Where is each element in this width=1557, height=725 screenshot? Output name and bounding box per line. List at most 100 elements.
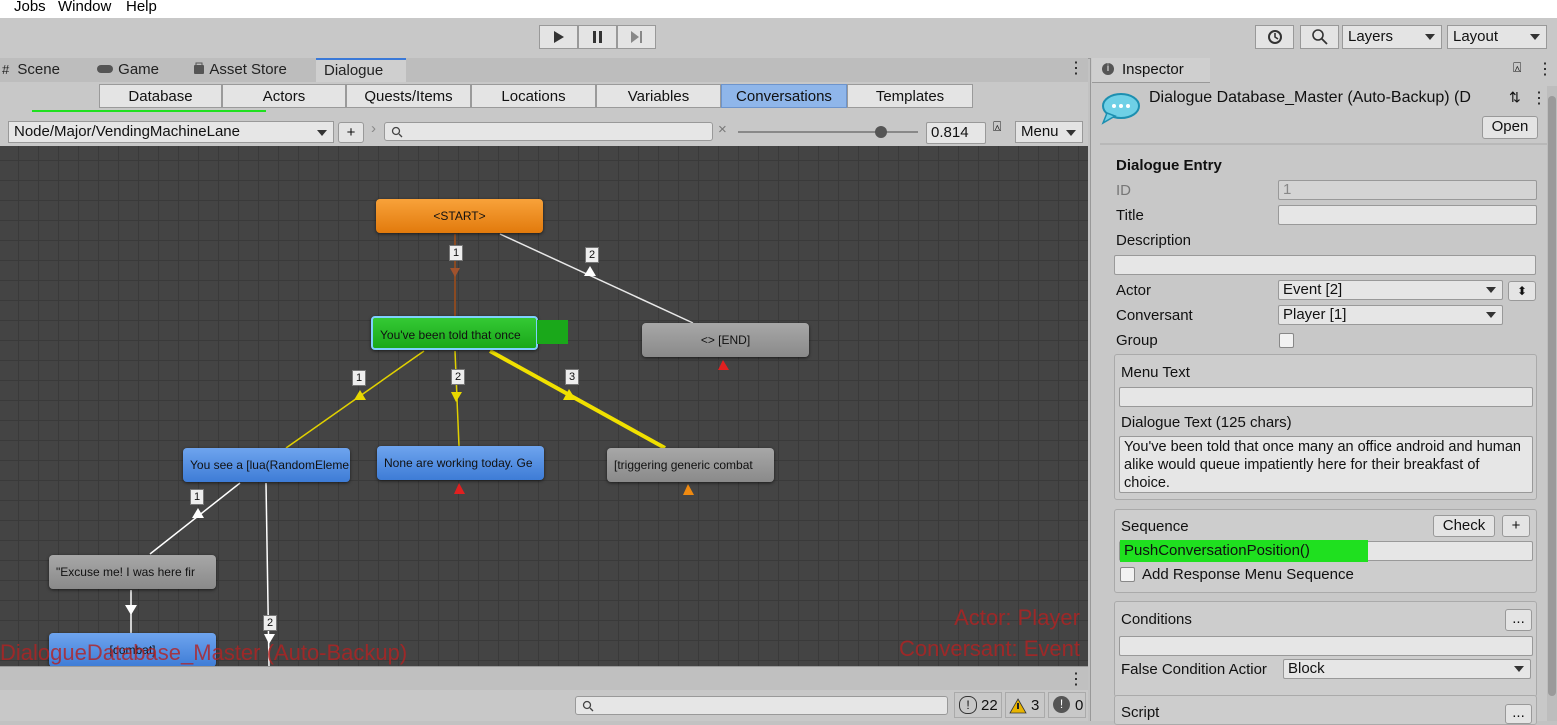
tab-game[interactable]: Game <box>96 58 159 82</box>
start-node[interactable]: <START> <box>376 199 543 233</box>
kebab-menu-icon[interactable]: ⋮ <box>1537 59 1553 79</box>
kebab-menu-icon[interactable]: ⋮ <box>1068 669 1084 689</box>
subtab-variables[interactable]: Variables <box>596 84 721 108</box>
tab-asset-store-label: Asset Store <box>209 61 287 78</box>
check-button[interactable]: Check <box>1433 515 1495 537</box>
actor-dropdown[interactable]: Event [2] <box>1278 280 1503 300</box>
grid-icon: # <box>2 62 10 77</box>
subtab-conversations[interactable]: Conversations <box>721 84 847 108</box>
link-label: 2 <box>263 615 277 631</box>
zoom-slider[interactable] <box>738 126 918 138</box>
selected-node[interactable]: You've been told that once <box>371 316 538 350</box>
info-icon: i <box>1102 63 1114 75</box>
menu-text-field[interactable] <box>1119 387 1533 407</box>
subtab-quests-items[interactable]: Quests/Items <box>346 84 471 108</box>
warning-icon <box>1009 698 1027 714</box>
history-icon <box>1267 30 1282 44</box>
open-button[interactable]: Open <box>1482 116 1538 139</box>
description-field[interactable] <box>1114 255 1536 275</box>
sort-icon: ⬍ <box>1516 284 1528 298</box>
dialogue-node[interactable]: "Excuse me! I was here fir <box>49 555 216 589</box>
add-response-checkbox[interactable] <box>1120 567 1135 582</box>
message-count-toggle[interactable]: ! 0 <box>1048 692 1086 718</box>
scrollbar-thumb[interactable] <box>1548 96 1556 696</box>
dialogue-node[interactable]: You see a [lua(RandomEleme <box>183 448 350 482</box>
end-marker-icon <box>718 360 729 370</box>
group-checkbox[interactable] <box>1279 333 1294 348</box>
layout-dropdown[interactable]: Layout <box>1447 25 1547 49</box>
menu-dropdown[interactable]: Menu <box>1015 121 1083 143</box>
lock-icon[interactable]: ⍓ <box>993 118 1001 135</box>
dialogue-node[interactable]: None are working today. Ge <box>377 446 544 480</box>
sequence-field[interactable]: PushConversationPosition() <box>1119 540 1533 562</box>
step-button[interactable] <box>617 25 656 49</box>
layout-label: Layout <box>1453 28 1499 45</box>
conditions-label: Conditions <box>1121 611 1192 628</box>
conversation-dropdown[interactable]: Node/Major/VendingMachineLane <box>8 121 334 143</box>
layers-dropdown[interactable]: Layers <box>1342 25 1442 49</box>
title-field[interactable] <box>1278 205 1537 225</box>
database-tabs: Database Actors Quests/Items Locations V… <box>0 82 1088 132</box>
subtab-locations[interactable]: Locations <box>471 84 596 108</box>
subtab-database[interactable]: Database <box>99 84 222 108</box>
search-button[interactable] <box>1300 25 1339 49</box>
database-overlay-label: DialogueDatabase_Master (Auto-Backup) <box>0 640 408 665</box>
menu-item-help[interactable]: Help <box>126 0 157 15</box>
inspector-title: Dialogue Database_Master (Auto-Backup) (… <box>1149 89 1471 106</box>
chevron-down-icon <box>1514 666 1524 672</box>
bag-icon <box>194 62 204 74</box>
settings-icon[interactable]: ⇅ <box>1509 89 1521 106</box>
menu-item-jobs[interactable]: Jobs <box>14 0 46 15</box>
false-condition-dropdown[interactable]: Block <box>1283 659 1531 679</box>
add-sequence-button[interactable]: + <box>1502 515 1530 537</box>
dialogue-text-label: Dialogue Text (125 chars) <box>1121 414 1292 431</box>
arrow-icon <box>451 392 462 402</box>
menu-label: Menu <box>1021 123 1059 140</box>
play-button[interactable] <box>539 25 578 49</box>
search-icon <box>582 700 594 712</box>
tab-asset-store[interactable]: Asset Store <box>192 58 287 82</box>
subtab-actors[interactable]: Actors <box>222 84 346 108</box>
inspector-scrollbar[interactable] <box>1547 86 1557 721</box>
gamepad-icon <box>97 65 113 73</box>
divider <box>1100 143 1557 145</box>
subtab-templates[interactable]: Templates <box>847 84 973 108</box>
script-label: Script <box>1121 704 1160 721</box>
highlight-marker <box>537 320 568 344</box>
link-label: 1 <box>352 370 366 386</box>
tab-scene[interactable]: # Scene <box>2 58 60 82</box>
zoom-value-field[interactable]: 0.814 <box>926 122 986 144</box>
lock-icon[interactable]: ⍓ <box>1513 59 1521 76</box>
tab-dialogue[interactable]: Dialogue <box>316 58 406 83</box>
add-conversation-button[interactable]: + <box>338 122 364 143</box>
conversant-dropdown[interactable]: Player [1] <box>1278 305 1503 325</box>
false-condition-value: Block <box>1288 660 1325 677</box>
kebab-menu-icon[interactable]: ⋮ <box>1531 88 1547 108</box>
swap-actors-button[interactable]: ⬍ <box>1508 281 1536 301</box>
dialogue-node[interactable]: [triggering generic combat <box>607 448 774 482</box>
dialogue-text-field[interactable]: You've been told that once many an offic… <box>1119 436 1533 493</box>
script-wizard-button[interactable]: ... <box>1505 704 1532 724</box>
link-label: 1 <box>449 245 463 261</box>
conditions-field[interactable] <box>1119 636 1533 656</box>
kebab-menu-icon[interactable]: ⋮ <box>1068 58 1084 80</box>
node-graph-canvas[interactable]: 1 2 1 2 3 1 2 <START> You've been told t… <box>0 146 1088 666</box>
warning-count-toggle[interactable]: 3 <box>1005 692 1045 718</box>
error-count-toggle[interactable]: ! 22 <box>954 692 1002 718</box>
title-label: Title <box>1116 207 1144 224</box>
arrow-icon <box>450 268 460 277</box>
tab-game-label: Game <box>118 61 160 78</box>
pause-button[interactable] <box>578 25 617 49</box>
menu-item-window[interactable]: Window <box>58 0 111 15</box>
tab-inspector[interactable]: i Inspector <box>1092 58 1210 83</box>
end-node[interactable]: <> [END] <box>642 323 809 357</box>
warning-count: 3 <box>1031 697 1040 714</box>
clear-search-icon[interactable]: × <box>718 121 727 138</box>
zoom-slider-thumb[interactable] <box>874 126 887 138</box>
link-label: 1 <box>190 489 204 505</box>
search-input[interactable] <box>384 122 713 141</box>
conditions-wizard-button[interactable]: ... <box>1505 609 1532 631</box>
tab-scene-label: Scene <box>17 61 60 78</box>
console-search-input[interactable] <box>575 696 948 715</box>
history-button[interactable] <box>1255 25 1294 49</box>
